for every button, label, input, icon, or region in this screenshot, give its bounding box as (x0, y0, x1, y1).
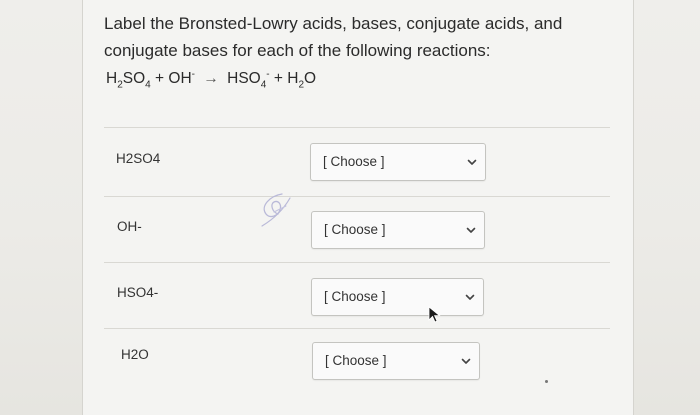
chevron-down-icon (467, 159, 477, 165)
row-divider (104, 262, 610, 263)
select-h2o[interactable]: [ Choose ] (312, 342, 480, 380)
row-label-oh: OH- (117, 219, 142, 234)
row-divider (104, 328, 610, 329)
quiz-page: Label the Bronsted-Lowry acids, bases, c… (0, 0, 700, 415)
row-label-hso4: HSO4- (117, 285, 159, 300)
chevron-down-icon (461, 358, 471, 364)
select-value: [ Choose ] (325, 353, 387, 368)
row-label-h2so4: H2SO4 (116, 151, 161, 166)
row-divider (104, 196, 610, 197)
select-hso4[interactable]: [ Choose ] (311, 278, 484, 316)
row-divider (104, 127, 610, 128)
reaction-equation: H2SO4 + OH- → HSO4- + H2O (106, 69, 317, 91)
select-value: [ Choose ] (324, 222, 386, 237)
select-oh[interactable]: [ Choose ] (311, 211, 485, 249)
select-value: [ Choose ] (324, 289, 386, 304)
pen-scribble-mark (261, 193, 291, 227)
chevron-down-icon (465, 294, 475, 300)
mouse-pointer-icon (428, 306, 441, 323)
row-label-h2o: H2O (121, 347, 149, 362)
chevron-down-icon (466, 227, 476, 233)
select-h2so4[interactable]: [ Choose ] (310, 143, 486, 181)
select-value: [ Choose ] (323, 154, 385, 169)
reaction-arrow-icon: → (203, 70, 219, 88)
question-prompt: Label the Bronsted-Lowry acids, bases, c… (104, 14, 563, 60)
stray-dot (545, 380, 548, 383)
